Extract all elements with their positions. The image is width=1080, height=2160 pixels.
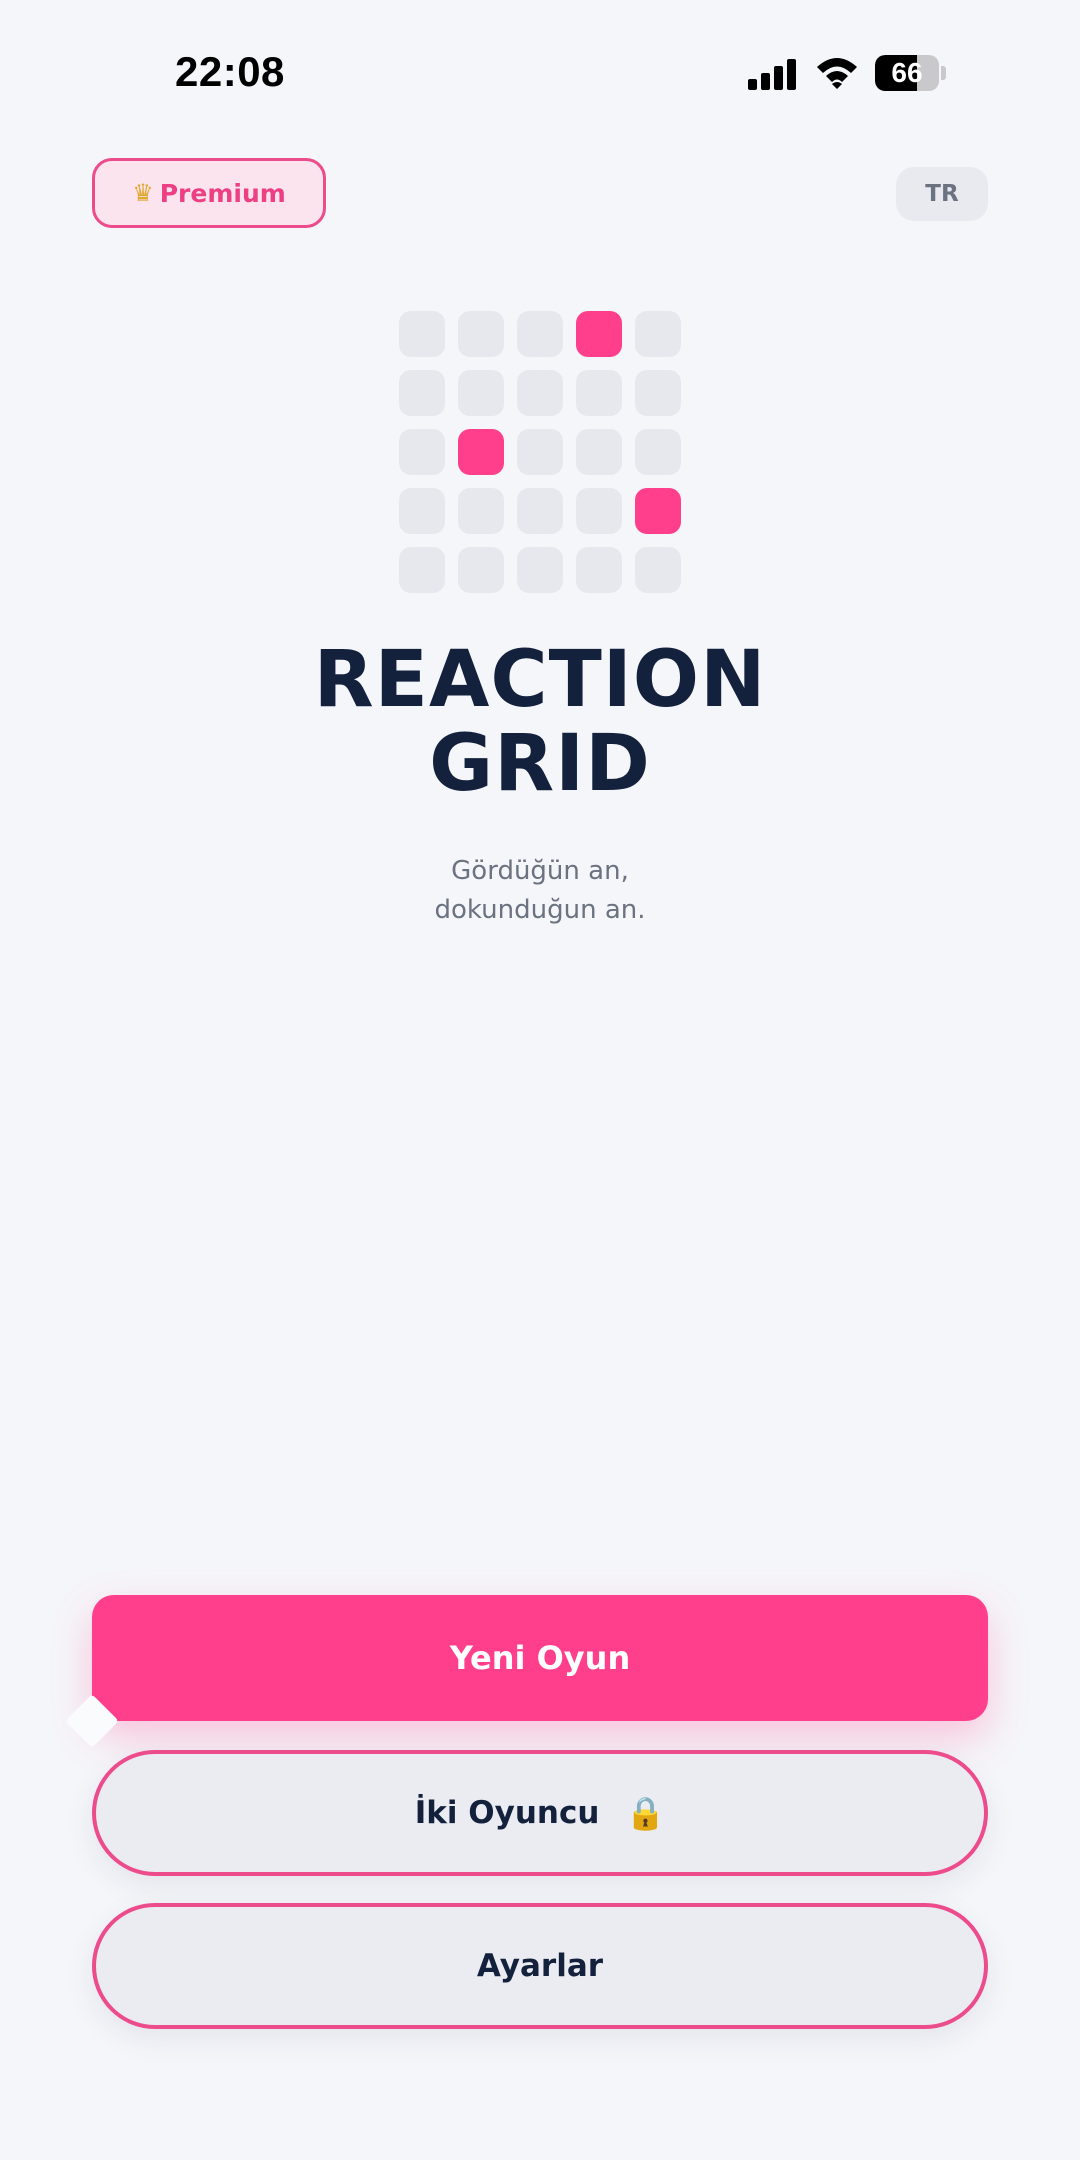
grid-cell-active [635,488,681,534]
grid-cell [517,488,563,534]
settings-label: Ayarlar [476,1948,604,1984]
new-game-button[interactable]: Yeni Oyun [92,1595,988,1721]
crown-icon: ♛ [132,179,154,207]
grid-cell [635,429,681,475]
grid-cell [458,547,504,593]
grid-cell [458,370,504,416]
grid-cell [517,429,563,475]
two-player-button[interactable]: İki Oyuncu 🔒 [92,1750,988,1876]
cellular-signal-icon [748,58,798,90]
grid-cell-active [576,311,622,357]
status-time: 22:08 [175,48,285,95]
battery-cap [941,66,946,80]
grid-cell [576,488,622,534]
language-button[interactable]: TR [896,167,988,221]
grid-cell [399,429,445,475]
grid-cell [576,547,622,593]
wifi-icon [817,58,857,89]
grid-cell [517,547,563,593]
grid-cell [635,547,681,593]
battery-icon: 66 [875,55,939,91]
grid-cell [399,370,445,416]
grid-cell [576,370,622,416]
title-line-1: REACTION [313,635,767,725]
status-bar: 22:08 66 [0,0,1080,140]
grid-cell-active [458,429,504,475]
tagline-line-2: dokunduğun an. [434,895,646,925]
grid-cell [635,311,681,357]
premium-button[interactable]: ♛ Premium [92,158,326,228]
tagline-line-1: Gördüğün an, [451,856,629,886]
title-line-2: GRID [429,719,651,809]
grid-cell [458,488,504,534]
tagline: Gördüğün an, dokunduğun an. [0,852,1080,930]
lock-icon: 🔒 [625,1794,666,1832]
two-player-label: İki Oyuncu [414,1795,600,1831]
premium-label: Premium [159,178,286,208]
grid-cell [635,370,681,416]
grid-cell [458,311,504,357]
grid-cell [399,547,445,593]
grid-cell [517,311,563,357]
grid-cell [399,311,445,357]
logo-grid [399,311,681,593]
app-title: REACTION GRID [0,638,1080,806]
settings-button[interactable]: Ayarlar [92,1903,988,2029]
grid-cell [399,488,445,534]
grid-cell [517,370,563,416]
battery-level: 66 [891,57,923,88]
grid-cell [576,429,622,475]
